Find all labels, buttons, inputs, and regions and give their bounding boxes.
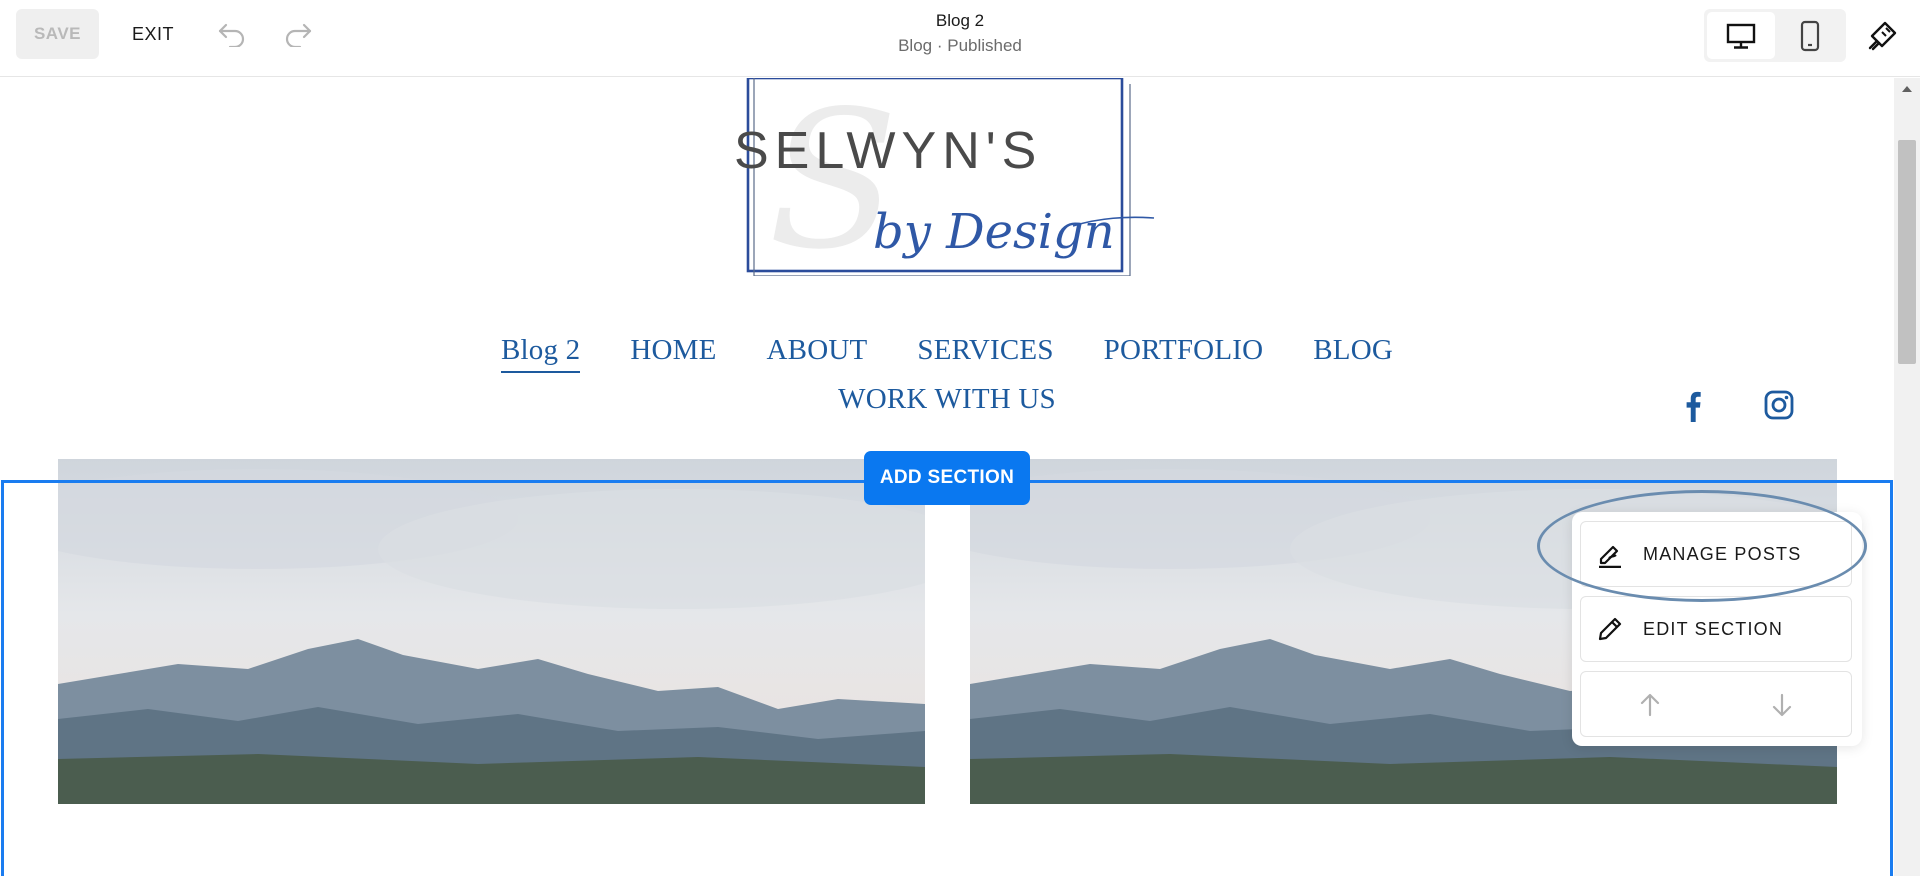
mobile-icon: [1800, 20, 1820, 51]
desktop-view-button[interactable]: [1707, 12, 1775, 59]
page-title: Blog 2: [935, 11, 985, 30]
nav-item-blog-2[interactable]: Blog 2: [500, 334, 581, 373]
add-section-button[interactable]: ADD SECTION: [864, 451, 1030, 505]
logo-main-text: SELWYN'S: [734, 122, 1042, 180]
edit-section-label: EDIT SECTION: [1643, 618, 1784, 639]
manage-posts-button[interactable]: MANAGE POSTS: [1580, 521, 1852, 587]
undo-icon: [218, 23, 245, 47]
nav-item-blog[interactable]: BLOG: [1313, 334, 1393, 373]
scroll-up-icon[interactable]: [1901, 84, 1913, 94]
pencil-icon: [1595, 614, 1625, 644]
page-scrollbar[interactable]: [1894, 78, 1920, 876]
scrollbar-thumb[interactable]: [1898, 140, 1916, 364]
move-section-down-button[interactable]: [1769, 692, 1795, 723]
nav-item-portfolio[interactable]: PORTFOLIO: [1104, 334, 1264, 373]
undo-button[interactable]: [212, 16, 252, 52]
redo-icon: [285, 23, 312, 47]
page-status: Blog · Published: [898, 36, 1022, 55]
nav-item-services[interactable]: SERVICES: [917, 334, 1053, 373]
logo-script-text: by Design: [873, 204, 1115, 260]
instagram-icon: [1764, 390, 1794, 420]
edit-section-button[interactable]: EDIT SECTION: [1580, 596, 1852, 662]
edit-note-icon: [1595, 539, 1625, 569]
nav-item-about[interactable]: ABOUT: [767, 334, 868, 373]
move-section-up-button[interactable]: [1637, 692, 1663, 723]
device-toggle: [1704, 9, 1846, 62]
desktop-icon: [1726, 23, 1756, 49]
facebook-icon: [1686, 391, 1701, 422]
paintbrush-icon: [1868, 21, 1897, 51]
manage-posts-label: MANAGE POSTS: [1643, 543, 1802, 564]
nav-item-home[interactable]: HOME: [630, 334, 716, 373]
site-styles-button[interactable]: [1862, 16, 1902, 56]
instagram-link[interactable]: [1764, 390, 1794, 425]
mobile-view-button[interactable]: [1777, 12, 1843, 59]
exit-button[interactable]: EXIT: [118, 9, 188, 59]
section-tools-panel: MANAGE POSTS EDIT SECTION: [1572, 512, 1862, 746]
facebook-link[interactable]: [1680, 390, 1706, 427]
editor-toolbar: SAVE EXIT Blog 2 Blog · Published: [0, 0, 1920, 77]
save-button[interactable]: SAVE: [16, 9, 99, 59]
arrow-down-icon: [1772, 693, 1792, 717]
reorder-controls: [1580, 671, 1852, 737]
redo-button[interactable]: [278, 16, 318, 52]
main-nav: Blog 2 HOME ABOUT SERVICES PORTFOLIO BLOG WOR…: [0, 334, 1894, 420]
site-logo[interactable]: S SELWYN'S by Design: [728, 78, 1160, 276]
arrow-up-icon: [1640, 693, 1660, 717]
nav-item-work-with-us[interactable]: WORK WITH US: [838, 383, 1056, 420]
